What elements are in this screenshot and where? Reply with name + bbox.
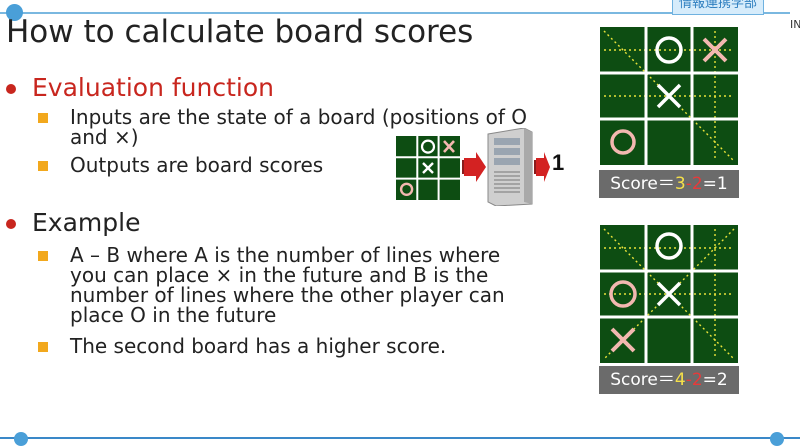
bottom-rule (0, 437, 800, 439)
board-1 (600, 27, 738, 165)
slide-title: How to calculate board scores (6, 14, 474, 50)
board-2 (600, 225, 738, 363)
input-arrow (462, 152, 486, 182)
bullet-square (38, 342, 48, 352)
evaluation-diagram-graphic (396, 127, 550, 207)
output-arrow (534, 152, 550, 182)
bottom-rule-dot (770, 432, 784, 446)
server-icon (487, 127, 533, 207)
score-board-2: Score＝4-2=2 (599, 366, 739, 394)
bullet-text: The second board has a higher score. (70, 334, 447, 358)
section-example: Example (6, 208, 141, 237)
section-heading: Example (32, 208, 141, 237)
bullet-text: Inputs are the state of a board (positio… (70, 105, 528, 129)
bullet-square (38, 113, 48, 123)
bullet-text: number of lines where the other player c… (70, 283, 505, 307)
output-score-label: 1 (552, 150, 565, 175)
bullet-square (38, 161, 48, 171)
department-tag: 情報連携学部 (672, 0, 765, 15)
bullet-text: Outputs are board scores (70, 153, 324, 177)
bullet-dot (6, 84, 16, 94)
corner-logo-text: IN (790, 18, 800, 31)
bullet-dot (6, 219, 16, 229)
bullet-text: place O in the future (70, 303, 277, 327)
bullet-text: A – B where A is the number of lines whe… (70, 243, 501, 267)
bullet-second-board: The second board has a higher score. (38, 334, 447, 358)
bullet-a-minus-b: A – B where A is the number of lines whe… (38, 243, 505, 327)
bullet-outputs: Outputs are board scores (38, 153, 324, 177)
evaluation-diagram: 1 (394, 127, 574, 207)
score-board-1: Score＝3-2=1 (599, 170, 739, 198)
mini-board (396, 136, 460, 200)
bottom-rule-dot (14, 432, 28, 446)
section-heading: Evaluation function (32, 73, 274, 102)
bullet-square (38, 251, 48, 261)
section-evaluation-function: Evaluation function (6, 73, 274, 102)
bullet-text: you can place × in the future and B is t… (70, 263, 489, 287)
